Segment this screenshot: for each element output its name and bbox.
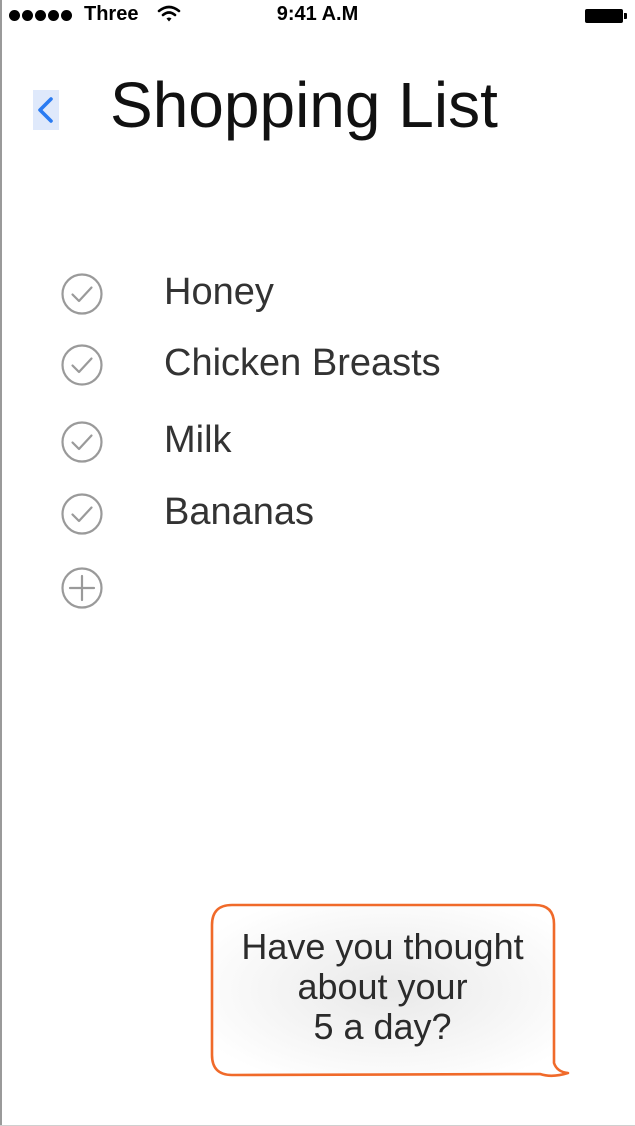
chevron-left-icon: [38, 97, 53, 123]
list-item[interactable]: Bananas: [60, 490, 580, 538]
list-item[interactable]: Honey: [60, 270, 580, 318]
status-time: 9:41 A.M: [276, 3, 359, 25]
page-title: Shopping List: [110, 69, 498, 141]
list-item[interactable]: Milk: [60, 418, 580, 466]
battery-icon: [585, 9, 629, 23]
check-circle-icon[interactable]: [60, 492, 104, 536]
check-circle-icon[interactable]: [60, 343, 104, 387]
list-item-label: Honey: [164, 271, 274, 313]
back-button[interactable]: [33, 90, 59, 130]
speech-bubble[interactable]: Have you thought about your 5 a day?: [210, 903, 570, 1078]
list-item-label: Milk: [164, 419, 232, 461]
speech-bubble-text: Have you thought about your 5 a day?: [241, 926, 524, 1047]
status-bar: Three 9:41 A.M: [0, 0, 635, 30]
list-item-label: Bananas: [164, 491, 315, 533]
check-circle-icon[interactable]: [60, 272, 104, 316]
check-circle-icon[interactable]: [60, 420, 104, 464]
list-item-label: Chicken Breasts: [164, 342, 441, 384]
plus-circle-icon[interactable]: [60, 566, 104, 610]
frame-edge: [0, 0, 2, 1126]
list-item[interactable]: Chicken Breasts: [60, 341, 580, 389]
